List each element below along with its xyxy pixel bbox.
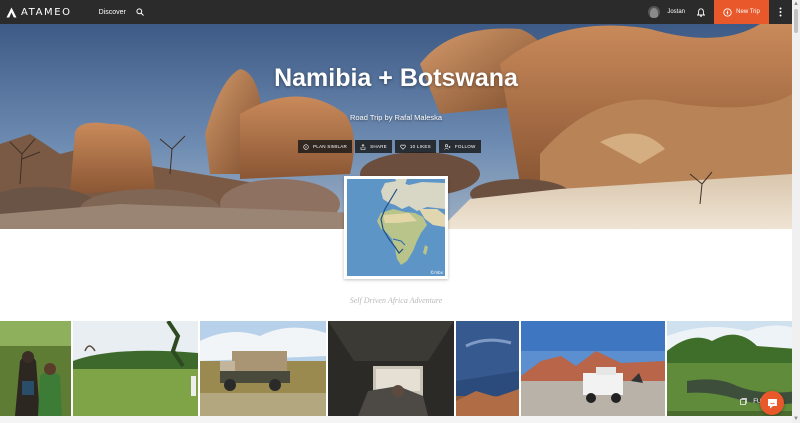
chat-icon [767, 398, 777, 408]
user-name: Jostan [667, 9, 685, 15]
trip-title: Namibia + Botswana [274, 64, 518, 92]
logo-text: ATAMEO [21, 6, 72, 18]
gallery-icon [740, 398, 748, 405]
new-trip-label: New Trip [736, 9, 760, 15]
share-label: SHARE [370, 144, 387, 149]
gallery-photo-desert[interactable] [521, 321, 665, 416]
scrollbar-thumb[interactable] [794, 9, 798, 33]
gallery-photo-savanna[interactable] [73, 321, 198, 416]
gallery-photo-people[interactable] [0, 321, 71, 416]
atameo-logo[interactable]: ATAMEO [6, 7, 72, 18]
page-scrollbar[interactable]: ▲ ▼ [792, 0, 800, 423]
follow-icon [444, 143, 451, 150]
scroll-down-arrow-icon[interactable]: ▼ [793, 415, 799, 423]
more-menu-icon[interactable] [769, 7, 792, 17]
top-nav-bar: ATAMEO Discover Jostan New Trip [0, 0, 792, 24]
share-button[interactable]: SHARE [355, 140, 392, 153]
trip-route-map[interactable]: ©mbx [344, 176, 448, 279]
plan-similar-label: PLAN SIMILAR [313, 144, 348, 149]
logo-mark-icon [6, 7, 17, 17]
trip-author[interactable]: Road Trip by Rafal Maleska [0, 113, 792, 122]
photo-gallery [0, 321, 792, 416]
plan-similar-button[interactable]: PLAN SIMILAR [298, 140, 353, 153]
page-bottom-strip [0, 416, 792, 423]
follow-button[interactable]: FOLLOW [438, 140, 481, 153]
user-menu[interactable]: Jostan [648, 6, 685, 18]
trip-tagline: Self Driven Africa Adventure [349, 296, 443, 305]
nav-discover-link[interactable]: Discover [99, 9, 126, 16]
map-credit: ©mbx [430, 270, 443, 275]
gallery-photo-sky[interactable] [456, 321, 519, 416]
world-map-image [347, 179, 445, 276]
share-icon [360, 143, 366, 150]
gallery-photo-truck[interactable] [200, 321, 326, 416]
scroll-up-arrow-icon[interactable]: ▲ [793, 0, 799, 8]
avatar [648, 6, 661, 18]
compass-icon [723, 7, 732, 17]
heart-icon [400, 144, 406, 150]
search-icon[interactable] [136, 8, 144, 16]
bell-icon[interactable] [697, 7, 705, 17]
gallery-photo-tent[interactable] [328, 321, 454, 416]
likes-label: 10 LIKES [409, 144, 431, 149]
new-trip-button[interactable]: New Trip [714, 0, 769, 24]
chat-support-button[interactable] [760, 391, 784, 415]
trip-actions: PLAN SIMILAR SHARE 10 LIKES FOLLOW [298, 140, 481, 153]
compass-icon [303, 143, 309, 150]
likes-button[interactable]: 10 LIKES [394, 140, 436, 153]
follow-label: FOLLOW [454, 144, 476, 149]
